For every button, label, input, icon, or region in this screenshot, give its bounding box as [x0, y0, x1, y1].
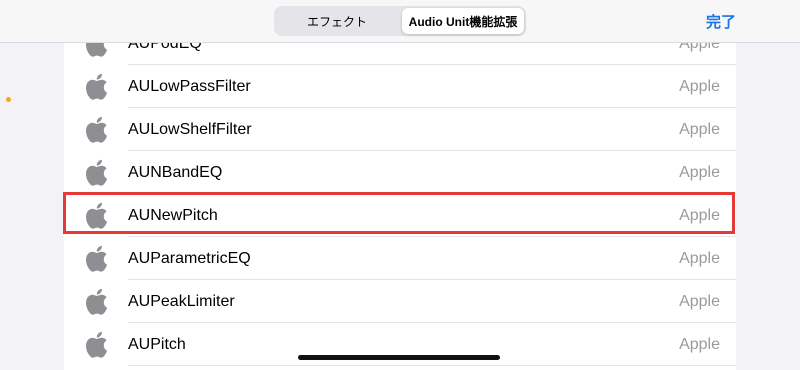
list-item-aupeaklimiter[interactable]: AUPeakLimiter Apple: [64, 280, 736, 323]
home-indicator[interactable]: [298, 355, 500, 360]
plugin-vendor: Apple: [679, 120, 720, 138]
plugin-name: AULowPassFilter: [128, 77, 251, 95]
plugin-name: AULowShelfFilter: [128, 120, 252, 138]
apple-logo-icon: [83, 158, 109, 188]
apple-logo-icon: [83, 244, 109, 274]
plugin-vendor: Apple: [679, 77, 720, 95]
apple-logo-icon: [83, 72, 109, 102]
done-button[interactable]: 完了: [706, 11, 736, 32]
recording-indicator-dot: [6, 97, 11, 102]
screen: AUPodEQ Apple AULowPassFilter Apple AULo…: [0, 0, 800, 370]
apple-logo-icon: [83, 115, 109, 145]
list-item-aulowpassfilter[interactable]: AULowPassFilter Apple: [64, 65, 736, 108]
list-item-aunbandeq[interactable]: AUNBandEQ Apple: [64, 151, 736, 194]
plugin-name: AUPeakLimiter: [128, 292, 235, 310]
apple-logo-icon: [83, 287, 109, 317]
highlight-box: [63, 192, 735, 234]
plugin-list: AUPodEQ Apple AULowPassFilter Apple AULo…: [64, 0, 736, 370]
list-item-auparametriceq[interactable]: AUParametricEQ Apple: [64, 237, 736, 280]
tab-effects[interactable]: エフェクト: [276, 8, 398, 34]
navigation-bar: エフェクト Audio Unit機能拡張 完了: [0, 0, 800, 43]
plugin-name: AUParametricEQ: [128, 249, 251, 267]
plugin-name: AUNBandEQ: [128, 163, 223, 181]
list-item-aulowshelffilter[interactable]: AULowShelfFilter Apple: [64, 108, 736, 151]
plugin-vendor: Apple: [679, 335, 720, 353]
plugin-vendor: Apple: [679, 249, 720, 267]
tab-audio-unit-extensions[interactable]: Audio Unit機能拡張: [402, 8, 524, 34]
apple-logo-icon: [83, 330, 109, 360]
segmented-control: エフェクト Audio Unit機能拡張: [274, 6, 526, 36]
plugin-name: AUPitch: [128, 335, 186, 353]
plugin-vendor: Apple: [679, 292, 720, 310]
plugin-vendor: Apple: [679, 163, 720, 181]
